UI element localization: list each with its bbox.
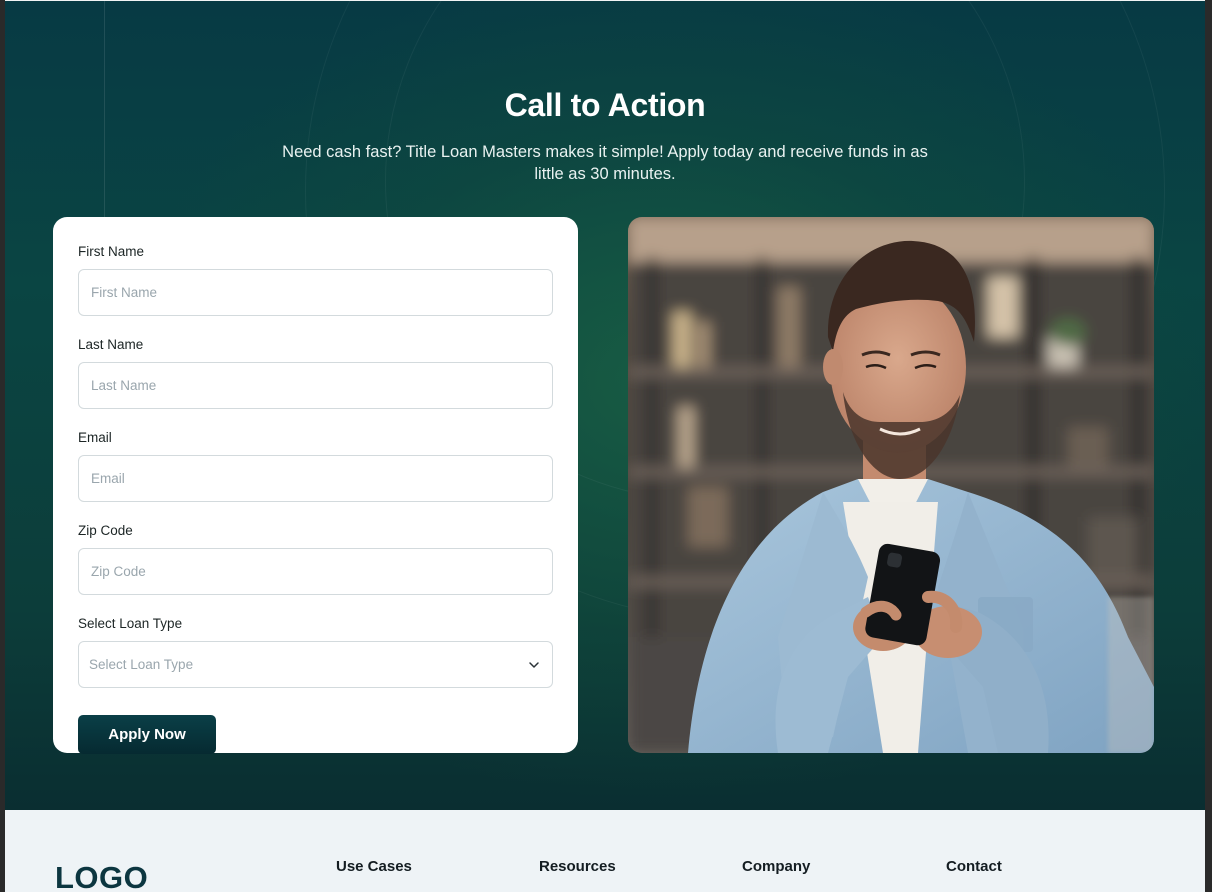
first-name-label: First Name	[78, 244, 145, 259]
footer-heading-contact: Contact	[946, 858, 1002, 875]
application-form: First Name Last Name Email Zip Code Sele…	[53, 217, 578, 754]
loan-type-placeholder: Select Loan Type	[89, 657, 194, 672]
email-input[interactable]	[78, 455, 553, 502]
last-name-input[interactable]	[78, 362, 553, 409]
footer-heading-company: Company	[742, 858, 811, 875]
loan-type-label: Select Loan Type	[78, 616, 183, 631]
cta-section: Call to Action Need cash fast? Title Loa…	[5, 1, 1205, 810]
email-label: Email	[78, 430, 112, 445]
first-name-input[interactable]	[78, 269, 553, 316]
loan-type-select[interactable]: Select Loan Type	[78, 641, 553, 688]
zip-code-input[interactable]	[78, 548, 553, 595]
footer-logo[interactable]: LOGO	[55, 860, 148, 892]
chevron-down-icon	[529, 662, 539, 668]
photo-illustration	[628, 217, 1154, 753]
page-frame: Call to Action Need cash fast? Title Loa…	[5, 0, 1205, 892]
footer-heading-resources: Resources	[539, 858, 616, 875]
section-title: Call to Action	[504, 87, 706, 123]
man-with-phone-photo	[628, 217, 1154, 753]
zip-code-label: Zip Code	[78, 523, 133, 538]
last-name-label: Last Name	[78, 337, 144, 352]
section-subtitle: Need cash fast? Title Loan Masters makes…	[282, 143, 928, 183]
site-footer: LOGO Use Cases Resources Company Contact	[5, 810, 1205, 892]
apply-now-button[interactable]: Apply Now	[78, 715, 216, 754]
footer-heading-use-cases: Use Cases	[336, 858, 412, 875]
